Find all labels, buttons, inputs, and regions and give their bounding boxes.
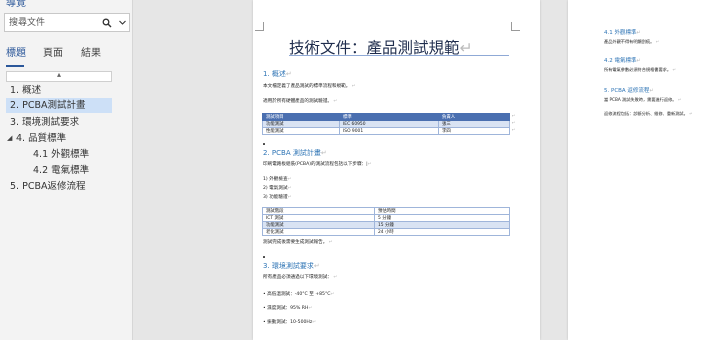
page-crop-mark [255, 22, 264, 31]
section-5-heading[interactable]: 5. PCBA 返修流程↵ [604, 86, 654, 94]
table-cell[interactable]: 15 分鐘 [374, 221, 510, 229]
nav-heading-label: 4.2 電氣標準 [33, 165, 90, 176]
table-header-cell: 預估時間 [374, 207, 510, 215]
table-header-cell: 負責人 [438, 113, 510, 121]
nav-heading-label: 4. 品質標準 [16, 133, 67, 144]
nav-heading-pcba-rework[interactable]: 5. PCBA返修流程 [6, 179, 112, 194]
section-4-2-heading[interactable]: 4.2 電氣標準↵ [604, 56, 641, 64]
search-input[interactable] [5, 14, 97, 31]
section-2-list-item[interactable]: 3) 功能驗證↵ [263, 194, 291, 200]
nav-heading-label: 5. PCBA返修流程 [10, 181, 86, 192]
table-cell[interactable]: 張三 [438, 120, 510, 128]
table-header-row: 測試階段 預估時間 [262, 207, 510, 215]
tab-results[interactable]: 結果 [81, 44, 101, 59]
table-header-cell: 標準 [339, 113, 439, 121]
table-cell[interactable]: 性能測試 [262, 127, 340, 135]
table-row: ICT 測試 5 分鐘 [262, 214, 510, 222]
section-2-list-item[interactable]: 2) 電氣測試↵ [263, 185, 291, 191]
nav-heading-appearance-standard[interactable]: 4.1 外觀標準 [33, 147, 112, 162]
table-cell[interactable]: IEC 60950 [339, 120, 439, 128]
nav-heading-label: 4.1 外觀標準 [33, 149, 90, 160]
nav-heading-label: 1. 概述 [10, 85, 42, 96]
row-end-mark: ↵ [512, 113, 516, 118]
section-5-paragraph-2[interactable]: 返修流程包括：診斷分析、維修、重新測試。 ↵ [604, 111, 693, 117]
section-3-paragraph-1[interactable]: 所有產品必須通過以下環境測試： ↵ [263, 274, 337, 280]
table-cell[interactable]: 老化測試 [262, 228, 375, 236]
collapse-icon[interactable]: ▴ [7, 70, 111, 79]
section-1-paragraph-2[interactable]: 適用於所有硬體產品的測試驗證。 ↵ [263, 98, 337, 104]
paragraph-mark [263, 143, 265, 145]
nav-heading-electrical-standard[interactable]: 4.2 電氣標準 [33, 163, 112, 178]
nav-heading-pcba-test-plan[interactable]: 2. PCBA測試計畫 [6, 98, 112, 113]
table-cell[interactable]: ICT 測試 [262, 214, 375, 222]
table-cell[interactable]: 24 小時 [374, 228, 510, 236]
table-row: 功能測試 15 分鐘 [262, 221, 510, 229]
nav-heading-quality-standards[interactable]: ◢ 4. 品質標準 [0, 131, 112, 146]
table-row: 功能測試 IEC 60950 張三 [262, 120, 510, 128]
page-crop-mark [511, 22, 520, 31]
table-cell[interactable]: ISO 9001 [339, 127, 439, 135]
section-4-2-paragraph[interactable]: 所有電氣參數必須符合規格書要求。 ↵ [604, 67, 676, 73]
section-2-paragraph-1[interactable]: 印刷電路板組裝(PCBA)的測試流程包括以下步驟：|↵ [263, 161, 372, 167]
navigation-tabs: 標題 頁面 結果 [0, 44, 133, 66]
expanded-triangle-icon[interactable]: ◢ [7, 131, 12, 146]
nav-heading-overview[interactable]: 1. 概述 [6, 83, 112, 98]
nav-heading-label: 2. PCBA測試計畫 [10, 100, 86, 111]
paragraph-mark [263, 256, 265, 258]
table-header-cell: 測試項目 [262, 113, 340, 121]
section-3-heading[interactable]: 3. 環境測試要求↵ [263, 261, 320, 271]
document-page-1[interactable]: 技術文件：產品測試規範↵ 1. 概述↵ 本文檔定義了產品測試的標準流程和規範。 … [253, 0, 540, 340]
section-2-list-item[interactable]: 1) 外觀檢查↵ [263, 176, 291, 182]
section-1-paragraph-1[interactable]: 本文檔定義了產品測試的標準流程和規範。 ↵ [263, 83, 356, 89]
section-4-1-heading[interactable]: 4.1 外觀標準↵ [604, 28, 641, 36]
document-page-2[interactable]: 4.1 外觀標準↵ 產品外觀不得有明顯刮痕。 ↵ 4.2 電氣標準↵ 所有電氣參… [568, 0, 720, 340]
nav-heading-label: 3. 環境測試要求 [10, 117, 80, 128]
table-cell[interactable]: 功能測試 [262, 221, 375, 229]
section-4-1-paragraph[interactable]: 產品外觀不得有明顯刮痕。 ↵ [604, 39, 659, 45]
table-cell[interactable]: 李四 [438, 127, 510, 135]
section-5-paragraph-1[interactable]: 當 PCBA 測試失敗時，需要進行返修。 ↵ [604, 97, 681, 103]
navigation-pane-title: 導覽 [6, 0, 26, 9]
table-header-cell: 測試階段 [262, 207, 375, 215]
search-icon[interactable] [102, 18, 112, 28]
test-items-table[interactable]: 測試項目 標準 負責人 功能測試 IEC 60950 張三 性能測試 ISO 9… [262, 113, 510, 135]
table-row: 老化測試 24 小時 [262, 228, 510, 236]
row-end-mark: ↵ [512, 120, 516, 125]
test-stages-table[interactable]: 測試階段 預估時間 ICT 測試 5 分鐘 功能測試 15 分鐘 老化測試 24… [262, 207, 510, 236]
section-3-list-item[interactable]: • 高低溫測試：-40°C 至 +85°C↵ [263, 291, 334, 297]
table-cell[interactable]: 5 分鐘 [374, 214, 510, 222]
section-2-paragraph-2[interactable]: 測試完成後需要生成測試報告。 ↵ [263, 239, 333, 245]
section-3-list-item[interactable]: • 濕度測試：95% RH↵ [263, 305, 312, 311]
section-2-heading[interactable]: 2. PCBA 測試計畫↵ [263, 148, 327, 158]
tab-headings[interactable]: 標題 [6, 44, 26, 59]
chevron-down-icon[interactable] [118, 18, 127, 27]
title-underline [289, 55, 509, 56]
search-box[interactable] [4, 13, 130, 32]
navigation-pane: 導覽 標題 頁面 結果 ▴ 1. 概述 2. PCBA測試計畫 3. 環境測試要… [0, 0, 133, 340]
table-cell[interactable]: 功能測試 [262, 120, 340, 128]
row-end-mark: ↵ [512, 127, 516, 132]
section-1-heading[interactable]: 1. 概述↵ [263, 69, 292, 79]
tab-pages[interactable]: 頁面 [43, 44, 63, 59]
collapse-all-bar[interactable]: ▴ [6, 70, 112, 82]
table-row: 性能測試 ISO 9001 李四 [262, 127, 510, 135]
table-header-row: 測試項目 標準 負責人 [262, 113, 510, 121]
section-3-list-item[interactable]: • 振動測試：10-500Hz↵ [263, 319, 316, 325]
nav-heading-environment-tests[interactable]: 3. 環境測試要求 [6, 115, 112, 130]
active-tab-indicator [6, 65, 24, 67]
